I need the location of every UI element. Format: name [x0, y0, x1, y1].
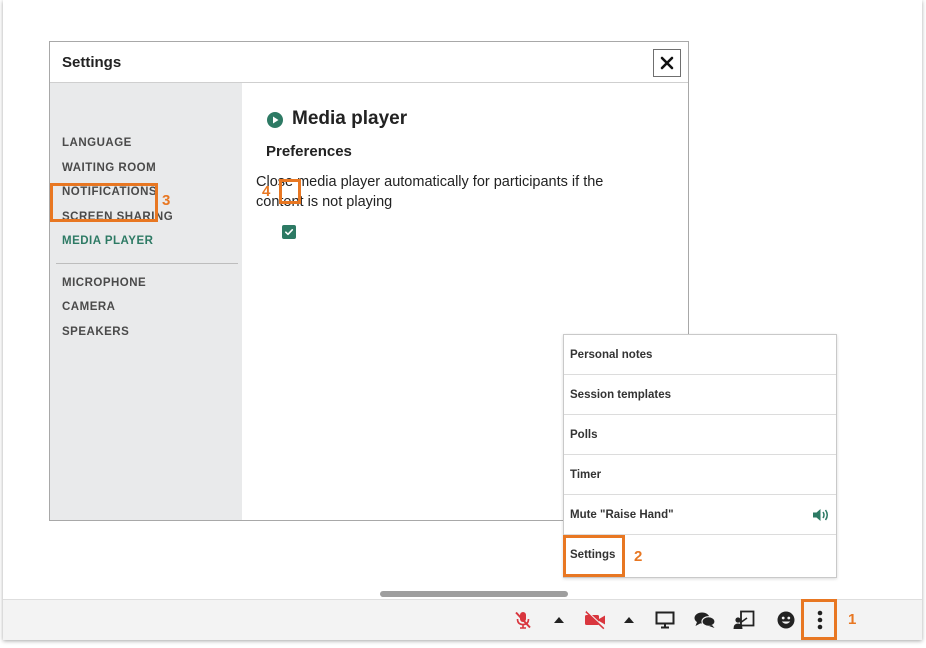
preferences-heading: Preferences [266, 143, 352, 160]
callout-2: 2 [634, 548, 643, 565]
menu-item-mute-raise-hand[interactable]: Mute "Raise Hand" [564, 495, 836, 535]
checkmark-icon [285, 229, 294, 236]
settings-sidebar: LANGUAGE WAITING ROOM NOTIFICATIONS SCRE… [50, 83, 242, 520]
bottom-toolbar [3, 599, 922, 640]
close-button[interactable] [653, 49, 681, 77]
menu-item-personal-notes[interactable]: Personal notes [564, 335, 836, 375]
menu-item-label: Mute "Raise Hand" [570, 509, 674, 521]
camera-options-button[interactable] [622, 608, 636, 632]
auto-close-checkbox[interactable] [282, 225, 296, 239]
microphone-toggle-button[interactable] [511, 608, 535, 632]
nav-divider [56, 263, 238, 264]
chat-button[interactable] [693, 608, 717, 632]
caret-up-icon [624, 617, 634, 623]
horizontal-scrollbar[interactable] [380, 591, 568, 597]
dialog-header: Settings [50, 42, 688, 83]
close-icon [660, 56, 674, 70]
menu-item-polls[interactable]: Polls [564, 415, 836, 455]
nav-item-camera[interactable]: CAMERA [62, 301, 115, 313]
menu-item-label: Polls [570, 429, 598, 441]
menu-item-label: Timer [570, 469, 602, 481]
highlight-more-options [801, 599, 837, 640]
highlight-checkbox [279, 179, 301, 204]
menu-item-timer[interactable]: Timer [564, 455, 836, 495]
highlight-settings-menu-item [563, 535, 625, 577]
microphone-muted-icon [515, 611, 531, 629]
speaker-icon[interactable] [812, 507, 830, 523]
microphone-options-button[interactable] [552, 608, 566, 632]
emoji-icon [777, 611, 795, 629]
content-title: Media player [292, 108, 408, 129]
callout-4: 4 [262, 183, 271, 200]
dialog-title: Settings [62, 54, 122, 71]
nav-item-language[interactable]: LANGUAGE [62, 137, 132, 149]
camera-toggle-button[interactable] [583, 608, 607, 632]
nav-item-speakers[interactable]: SPEAKERS [62, 326, 129, 338]
nav-item-waiting-room[interactable]: WAITING ROOM [62, 162, 156, 174]
monitor-icon [655, 611, 675, 629]
chat-icon [694, 612, 716, 628]
nav-item-microphone[interactable]: MICROPHONE [62, 277, 146, 289]
camera-muted-icon [585, 610, 606, 630]
screen-share-button[interactable] [654, 608, 676, 632]
callout-3: 3 [162, 192, 171, 209]
presenter-icon [733, 610, 755, 629]
reactions-button[interactable] [775, 608, 797, 632]
highlight-media-player [50, 183, 158, 222]
presenter-button[interactable] [732, 608, 756, 632]
play-circle-icon [267, 112, 283, 128]
caret-up-icon [554, 617, 564, 623]
nav-item-media-player[interactable]: MEDIA PLAYER [62, 235, 153, 247]
menu-item-label: Personal notes [570, 349, 653, 361]
menu-item-label: Session templates [570, 389, 671, 401]
callout-1: 1 [848, 611, 857, 628]
menu-item-session-templates[interactable]: Session templates [564, 375, 836, 415]
auto-close-checkbox-label[interactable]: Close media player automatically for par… [256, 172, 616, 212]
